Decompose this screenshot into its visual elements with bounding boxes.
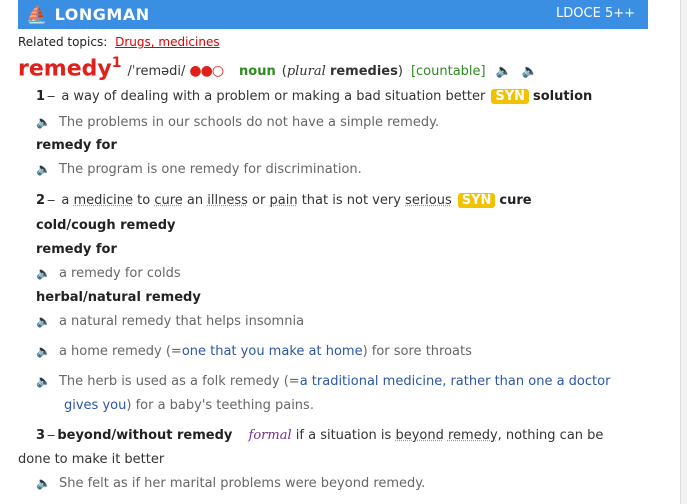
- gloss: one that you make at home: [181, 344, 363, 359]
- homograph-number: 1: [111, 55, 122, 71]
- edition-label: LDOCE 5++: [556, 6, 635, 21]
- ship-icon: ⛵: [26, 4, 48, 25]
- sense-2: 2 ‒ a medicine to cure an illness or pain …: [36, 193, 532, 208]
- gloss: a traditional medicine, rather than one …: [299, 374, 611, 389]
- example-continued: gives you) for a baby's teething pains.: [64, 398, 314, 413]
- longman-logo: ⛵ LONGMAN: [26, 5, 150, 25]
- plural-form: (plural remedies): [281, 64, 403, 80]
- example: 🔈 a remedy for colds: [36, 266, 181, 281]
- phrase: beyond/without remedy: [57, 428, 233, 443]
- collocation: herbal/natural remedy: [36, 290, 201, 305]
- example: 🔈 a home remedy (=one that you make at ho…: [36, 344, 472, 359]
- collocation: remedy for: [36, 138, 117, 153]
- lookup-word[interactable]: remedy: [448, 428, 498, 443]
- related-topics-label: Related topics:: [18, 35, 108, 49]
- related-topic-link[interactable]: Drugs, medicines: [115, 35, 219, 49]
- sense-3-continued: done to make it better: [18, 452, 165, 467]
- lookup-word[interactable]: medicine: [73, 193, 133, 208]
- speaker-icon[interactable]: 🔈: [36, 344, 51, 358]
- speaker-uk-icon[interactable]: 🔈: [496, 64, 512, 79]
- pronunciation: /ˈremədi/: [127, 64, 186, 80]
- app-header: ⛵ LONGMAN LDOCE 5++: [18, 0, 648, 29]
- lookup-word[interactable]: pain: [269, 193, 297, 208]
- part-of-speech: noun: [239, 64, 276, 80]
- lookup-word[interactable]: serious: [405, 193, 452, 208]
- speaker-icon[interactable]: 🔈: [36, 115, 51, 129]
- sense-number: 3: [36, 428, 46, 443]
- grammar-label: [countable]: [410, 64, 486, 80]
- speaker-icon[interactable]: 🔈: [36, 476, 51, 490]
- entry-header: remedy1 /ˈremədi/ ●●○ noun (plural remed…: [18, 55, 538, 81]
- sense-1: 1 ‒ a way of dealing with a problem or mak…: [36, 89, 593, 104]
- sense-number: 2: [36, 193, 46, 208]
- gloss: gives you: [64, 398, 127, 413]
- speaker-icon[interactable]: 🔈: [36, 314, 51, 328]
- collocation: remedy for: [36, 242, 117, 257]
- collocation: cold/cough remedy: [36, 218, 176, 233]
- headword: remedy1: [18, 55, 122, 82]
- sense-number: 1: [36, 89, 46, 104]
- lookup-word[interactable]: illness: [207, 193, 248, 208]
- frequency-dots: ●●○: [189, 63, 224, 80]
- synonym: solution: [533, 89, 593, 104]
- syn-badge: SYN: [457, 193, 496, 208]
- scrollbar[interactable]: [680, 0, 687, 504]
- brand-name: LONGMAN: [54, 5, 150, 24]
- related-topics: Related topics: Drugs, medicines: [18, 35, 220, 49]
- example: 🔈 The herb is used as a folk remedy (=a t…: [36, 374, 611, 389]
- speaker-icon[interactable]: 🔈: [36, 266, 51, 280]
- synonym: cure: [499, 193, 532, 208]
- speaker-us-icon[interactable]: 🔈: [522, 64, 538, 79]
- register-label: formal: [248, 428, 292, 443]
- lookup-word[interactable]: cure: [154, 193, 182, 208]
- definition: a way of dealing with a problem or makin…: [61, 89, 486, 104]
- example: 🔈 The program is one remedy for discrimin…: [36, 162, 362, 177]
- syn-badge: SYN: [491, 89, 530, 104]
- example: 🔈 The problems in our schools do not have…: [36, 115, 440, 130]
- example: 🔈 She felt as if her marital problems wer…: [36, 476, 426, 491]
- sense-3: 3 ‒ beyond/without remedy formal if a situ…: [36, 428, 604, 443]
- speaker-icon[interactable]: 🔈: [36, 374, 51, 388]
- lookup-word[interactable]: beyond: [395, 428, 443, 443]
- speaker-icon[interactable]: 🔈: [36, 162, 51, 176]
- example: 🔈 a natural remedy that helps insomnia: [36, 314, 305, 329]
